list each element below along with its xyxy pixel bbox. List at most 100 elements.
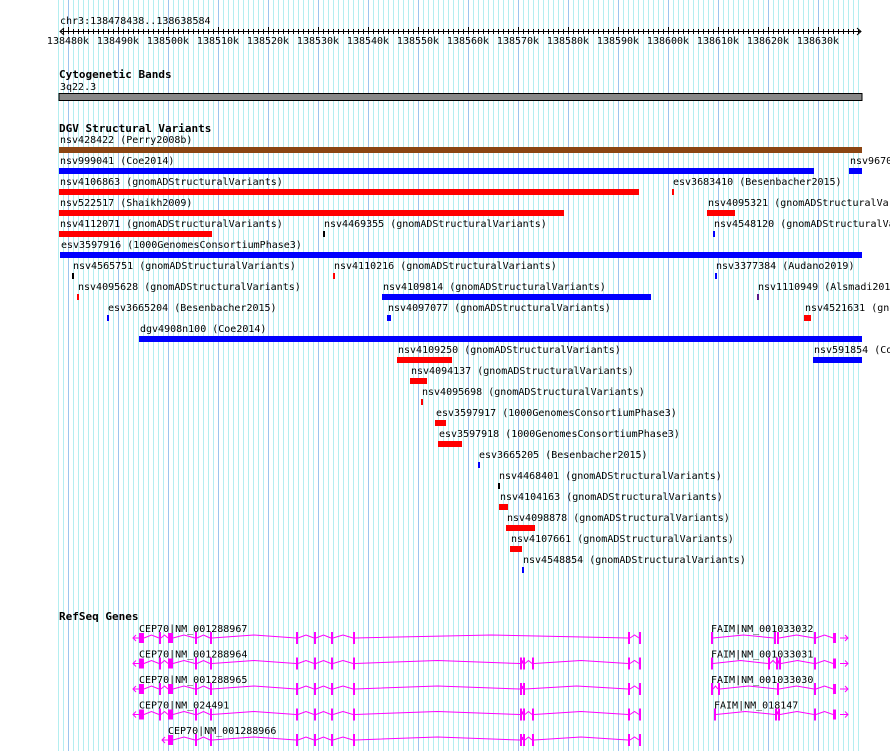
exon [331, 632, 333, 644]
structural-variant[interactable]: esv3683410 (Besenbacher2015) [672, 177, 842, 195]
exon [296, 632, 298, 644]
variant-bar[interactable] [59, 210, 564, 216]
variant-label: nsv4104163 (gnomADStructuralVariants) [500, 492, 723, 503]
ruler-tick-label: 138490k [97, 36, 139, 47]
gene-transcript[interactable]: CEP70|NM_024491 [132, 701, 641, 721]
exon [195, 708, 197, 721]
variant-bar[interactable] [333, 273, 335, 279]
structural-variant[interactable]: nsv4109814 (gnomADStructuralVariants) [382, 282, 651, 300]
variant-bar[interactable] [757, 294, 759, 300]
transcript-label: CEP70|NM_001288964 [139, 650, 247, 661]
variant-bar[interactable] [849, 168, 862, 174]
variant-bar[interactable] [813, 357, 862, 363]
transcript-label: FAIM|NM_001033032 [711, 624, 813, 635]
variant-label: esv3597917 (1000GenomesConsortiumPhase3) [436, 408, 677, 419]
exon [296, 683, 298, 695]
structural-variant[interactable]: nsv4095321 (gnomADStructuralVa [707, 198, 889, 216]
gene-transcript[interactable]: FAIM|NM_001033031 [711, 650, 849, 670]
structural-variant[interactable]: esv3597917 (1000GenomesConsortiumPhase3) [435, 408, 677, 426]
structural-variant[interactable]: esv3665204 (Besenbacher2015) [107, 303, 277, 321]
exon [139, 658, 144, 669]
exon [314, 632, 316, 644]
cytoband-bar[interactable] [58, 93, 863, 101]
variant-bar[interactable] [59, 189, 639, 195]
exon [833, 633, 836, 643]
variant-bar[interactable] [387, 315, 391, 321]
structural-variant[interactable]: nsv4098878 (gnomADStructuralVariants) [506, 513, 730, 531]
gene-transcript[interactable]: FAIM|NM_001033032 [711, 624, 849, 644]
variant-bar[interactable] [713, 231, 715, 237]
ruler-tick-label: 138560k [447, 36, 489, 47]
variant-bar[interactable] [506, 525, 535, 531]
variant-bar[interactable] [77, 294, 79, 300]
structural-variant[interactable]: nsv428422 (Perry2008b) [59, 135, 862, 153]
variant-bar[interactable] [323, 231, 325, 237]
variant-bar[interactable] [510, 546, 522, 552]
exon [711, 683, 713, 695]
exon [814, 657, 816, 670]
variant-bar[interactable] [499, 504, 508, 510]
variant-label: nsv4095698 (gnomADStructuralVariants) [422, 387, 645, 398]
exon [139, 633, 144, 643]
variant-label: nsv4109250 (gnomADStructuralVariants) [398, 345, 621, 356]
variant-bar[interactable] [72, 273, 74, 279]
variant-bar[interactable] [382, 294, 651, 300]
exon [520, 683, 522, 695]
exon [353, 683, 355, 695]
variant-bar[interactable] [438, 441, 462, 447]
variant-bar[interactable] [715, 273, 717, 279]
variant-bar[interactable] [139, 336, 862, 342]
exon [195, 734, 197, 746]
variant-bar[interactable] [397, 357, 452, 363]
ruler-tick-label: 138510k [197, 36, 239, 47]
variant-bar[interactable] [59, 147, 862, 153]
transcript-label: FAIM|NM_001033031 [711, 650, 813, 661]
variant-label: esv3665205 (Besenbacher2015) [479, 450, 648, 461]
gene-transcript[interactable]: CEP70|NM_001288965 [132, 675, 641, 695]
exon [775, 708, 777, 721]
exon [639, 708, 641, 721]
variant-bar[interactable] [410, 378, 427, 384]
variant-label: nsv4548120 (gnomADStructuralVa [714, 219, 890, 230]
exon [814, 708, 816, 721]
variant-bar[interactable] [435, 420, 446, 426]
ruler-tick-label: 138570k [497, 36, 539, 47]
variant-bar[interactable] [60, 252, 862, 258]
structural-variant[interactable]: nsv9670 [849, 156, 890, 174]
gene-transcript[interactable]: CEP70|NM_001288964 [132, 650, 641, 670]
variant-bar[interactable] [107, 315, 109, 321]
variant-bar[interactable] [498, 483, 500, 489]
structural-variant[interactable]: esv3597916 (1000GenomesConsortiumPhase3) [60, 240, 862, 258]
variant-bar[interactable] [522, 567, 524, 573]
structural-variant[interactable]: nsv591854 (Co [813, 345, 890, 363]
exon [628, 708, 630, 721]
gene-transcript[interactable]: FAIM|NM_001033030 [711, 675, 849, 695]
variant-label: nsv1110949 (Alsmadi201 [758, 282, 890, 293]
gene-transcript[interactable]: FAIM|NM_018147 [714, 701, 849, 721]
variant-bar[interactable] [421, 399, 423, 405]
gene-transcript[interactable]: CEP70|NM_001288967 [132, 624, 641, 644]
structural-variant[interactable]: nsv4521631 (gno [804, 303, 890, 321]
variant-label: esv3597916 (1000GenomesConsortiumPhase3) [61, 240, 302, 251]
exon [314, 708, 316, 721]
exon [639, 632, 641, 644]
structural-variant[interactable]: nsv4104163 (gnomADStructuralVariants) [499, 492, 723, 510]
exon [523, 683, 525, 695]
variant-label: nsv3377384 (Audano2019) [716, 261, 854, 272]
genome-browser-view[interactable]: chr3:138478438..138638584 138480k 138490k… [0, 0, 890, 751]
variant-bar[interactable] [478, 462, 480, 468]
structural-variant[interactable]: nsv999041 (Coe2014) [59, 156, 814, 174]
exon [159, 657, 161, 670]
variant-bar[interactable] [59, 231, 212, 237]
exon [210, 632, 212, 644]
variant-bar[interactable] [707, 210, 735, 216]
structural-variant[interactable]: nsv4548120 (gnomADStructuralVa [713, 219, 890, 237]
structural-variant[interactable]: nsv4095698 (gnomADStructuralVariants) [421, 387, 645, 405]
exon [353, 657, 355, 670]
exon [520, 708, 522, 721]
variant-bar[interactable] [59, 168, 814, 174]
cytoband-track[interactable]: Cytogenetic Bands 3q22.3 [58, 68, 863, 101]
structural-variant[interactable]: nsv4112071 (gnomADStructuralVariants) [59, 219, 283, 237]
variant-bar[interactable] [804, 315, 811, 321]
variant-bar[interactable] [672, 189, 674, 195]
